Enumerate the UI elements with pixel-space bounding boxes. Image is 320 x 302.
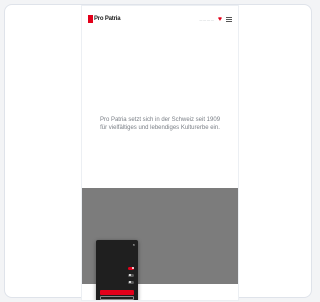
cookie-option-2 — [100, 273, 134, 277]
hero-intro-text: Pro Patria setzt sich in der Schweiz sei… — [99, 117, 221, 131]
site-header: Pro Patria — — — — ♥ — [82, 12, 238, 26]
hero-section: Pro Patria setzt sich in der Schweiz sei… — [82, 28, 238, 188]
cookie-banner: × — [96, 240, 138, 300]
cookie-save-button[interactable] — [100, 296, 134, 300]
close-icon[interactable]: × — [133, 242, 135, 247]
page-preview: Pro Patria — — — — ♥ Pro Patria setzt si… — [82, 6, 238, 300]
cookie-toggle-2[interactable] — [128, 273, 134, 277]
cookie-option-1 — [100, 266, 134, 270]
cookie-option-3 — [100, 280, 134, 284]
heart-icon[interactable]: ♥ — [218, 16, 222, 23]
cookie-toggle-1[interactable] — [128, 266, 134, 270]
logo-mark-icon — [88, 15, 93, 23]
logo-text: Pro Patria — [94, 16, 121, 22]
site-logo[interactable]: Pro Patria — [88, 15, 121, 23]
header-actions: — — — — ♥ — [199, 16, 232, 23]
cookie-accept-button[interactable] — [100, 290, 134, 295]
header-nav-text[interactable]: — — — — — [199, 18, 214, 22]
menu-icon[interactable] — [226, 17, 232, 22]
cookie-toggle-3[interactable] — [128, 280, 134, 284]
